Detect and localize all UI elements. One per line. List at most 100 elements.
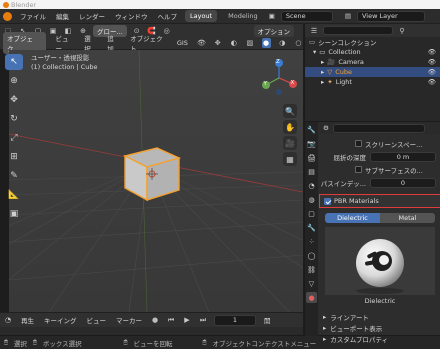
current-frame-field[interactable]: 1 [214,314,256,326]
menu-file[interactable]: ファイル [18,10,48,22]
timeline-scrub-area[interactable] [0,327,303,335]
navigation-gizmo[interactable]: Z X Y [259,58,299,98]
render-tab-icon[interactable]: 📷 [306,138,317,149]
custom-props-chevron-icon[interactable]: ▸ [323,335,326,343]
material-preview-ball-icon [356,239,404,294]
scene-icon[interactable]: ▣ [269,12,275,20]
cube-visibility-icon[interactable]: 👁 [428,68,436,76]
screen-space-checkbox[interactable] [355,140,362,147]
menu-keying[interactable]: キーイング [42,314,79,326]
outliner-editor-icon[interactable]: ☰ [309,26,319,36]
outliner-item-light[interactable]: ▸ ✦ Light 👁 [305,77,440,87]
tab-layout[interactable]: Layout [185,10,218,22]
subsurface-row[interactable]: サブサーフェスの... [319,164,440,175]
material-tab-icon[interactable]: ● [306,292,317,303]
menu-window[interactable]: ウィンドウ [113,10,150,22]
measure-tool-icon[interactable]: 📐 [5,187,23,203]
properties-editor-icon[interactable]: ⚙ [323,124,329,132]
modifier-tab-icon[interactable]: 🔧 [306,222,317,233]
menu-timeline-view[interactable]: ビュー [85,314,109,326]
particles-tab-icon[interactable]: ⁘ [306,236,317,247]
options-dropdown[interactable]: オプション [253,24,294,37]
physics-tab-icon[interactable]: ◯ [306,250,317,261]
light-visibility-icon[interactable]: 👁 [428,78,436,86]
viewport-display-panel[interactable]: ▸ ビューポート表示 [319,322,440,333]
properties-search[interactable] [332,123,425,133]
transform-tool-icon[interactable]: ⊞ [5,149,23,165]
cube-expand-icon[interactable]: ▸ [321,68,324,76]
rotate-tool-icon[interactable]: ↻ [5,111,23,127]
shading-solid-icon[interactable]: ● [261,38,271,48]
pbr-materials-checkbox[interactable] [324,197,331,205]
view-layer-icon[interactable]: ▤ [345,12,351,20]
camera-view-icon[interactable]: 🎥 [283,136,297,150]
gizmo-toggle-icon[interactable]: ✥ [213,38,222,48]
collection-chevron-icon[interactable]: ▾ [313,48,316,56]
menu-marker[interactable]: マーカー [114,314,144,326]
jump-end-icon[interactable]: ⏭ [198,315,208,325]
scene-selector[interactable]: Scene [280,10,333,22]
outliner-search[interactable] [323,26,393,35]
scene-tab-icon[interactable]: ◔ [306,180,317,191]
refraction-depth-field[interactable]: 0 m [370,151,436,162]
camera-visibility-icon[interactable]: 👁 [428,58,436,66]
viewport-display-chevron-icon[interactable]: ▸ [323,324,326,332]
constraints-tab-icon[interactable]: ⛓ [306,264,317,275]
world-tab-icon[interactable]: ◍ [306,194,317,205]
tab-modeling[interactable]: Modeling [223,10,263,22]
move-tool-icon[interactable]: ✥ [5,92,23,108]
cube-object[interactable] [122,147,182,202]
pass-index-field[interactable]: 0 [370,177,436,188]
line-art-panel[interactable]: ▸ ラインアート [319,311,440,322]
tool-tab-icon[interactable]: 🔧 [306,124,317,135]
data-tab-icon[interactable]: ▽ [306,278,317,289]
gizmo-z-label: Z [276,59,280,65]
filter-icon[interactable]: ⚲ [397,26,407,36]
camera-expand-icon[interactable]: ▸ [321,58,324,66]
outliner-scene-collection[interactable]: ▭ シーンコレクション [305,37,440,47]
outliner-collection[interactable]: ▾ ▭ Collection 👁 [305,47,440,57]
window-title: Blender [11,0,37,9]
jump-start-icon[interactable]: ⏮ [166,315,176,325]
3d-viewport[interactable]: ユーザー・透視投影 (1) Collection | Cube Z X Y 🔍 … [9,50,303,312]
custom-properties-panel[interactable]: ▸ カスタムプロパティ [319,333,440,344]
xray-icon[interactable]: ▨ [245,38,254,48]
play-icon[interactable]: ▶ [182,315,192,325]
menu-playback[interactable]: 再生 [19,314,36,326]
outliner-item-camera[interactable]: ▸ 🎥 Camera 👁 [305,57,440,67]
zoom-icon[interactable]: 🔍 [283,104,297,118]
shading-material-icon[interactable]: ◑ [278,38,287,48]
record-icon[interactable]: ● [150,315,160,325]
select-tool-icon[interactable]: ↖ [5,54,23,70]
pbr-materials-panel-header[interactable]: PBR Materials [319,194,440,208]
menu-help[interactable]: ヘルプ [156,10,180,22]
grid-view-icon[interactable]: ▦ [283,152,297,166]
subsurface-checkbox[interactable] [355,166,362,173]
line-art-chevron-icon[interactable]: ▸ [323,313,326,321]
pbr-materials-label: PBR Materials [334,197,379,205]
view-layer-selector[interactable]: View Layer [357,10,425,22]
menu-gis[interactable]: GIS [175,38,190,48]
output-tab-icon[interactable]: 🖨 [306,152,317,163]
cursor-tool-icon[interactable]: ⊕ [5,73,23,89]
timeline-editor-icon[interactable]: ◔ [3,315,13,325]
shading-rendered-icon[interactable]: ○ [294,38,303,48]
menu-edit[interactable]: 編集 [54,10,71,22]
overlay-icon[interactable]: ◐ [229,38,238,48]
light-expand-icon[interactable]: ▸ [321,78,324,86]
outliner-item-cube[interactable]: ▸ ▽ Cube 👁 [305,67,440,77]
annotate-tool-icon[interactable]: ✎ [5,168,23,184]
pan-hand-icon[interactable]: ✋ [283,120,297,134]
pbr-type-toggle: Dielectric Metal [325,212,435,223]
collection-visibility-icon[interactable]: 👁 [428,48,436,56]
metal-button[interactable]: Metal [380,212,435,223]
menu-render[interactable]: レンダー [77,10,107,22]
blender-menu-icon[interactable] [3,11,12,21]
object-tab-icon[interactable]: ▢ [306,208,317,219]
scale-tool-icon[interactable]: ⤢ [5,130,23,146]
dielectric-button[interactable]: Dielectric [325,212,380,223]
visibility-icon[interactable]: 👁 [197,38,206,48]
screen-space-refraction-row[interactable]: スクリーンスペー... [319,138,440,149]
view-layer-tab-icon[interactable]: ▤ [306,166,317,177]
add-cube-tool-icon[interactable]: ▣ [5,206,23,222]
